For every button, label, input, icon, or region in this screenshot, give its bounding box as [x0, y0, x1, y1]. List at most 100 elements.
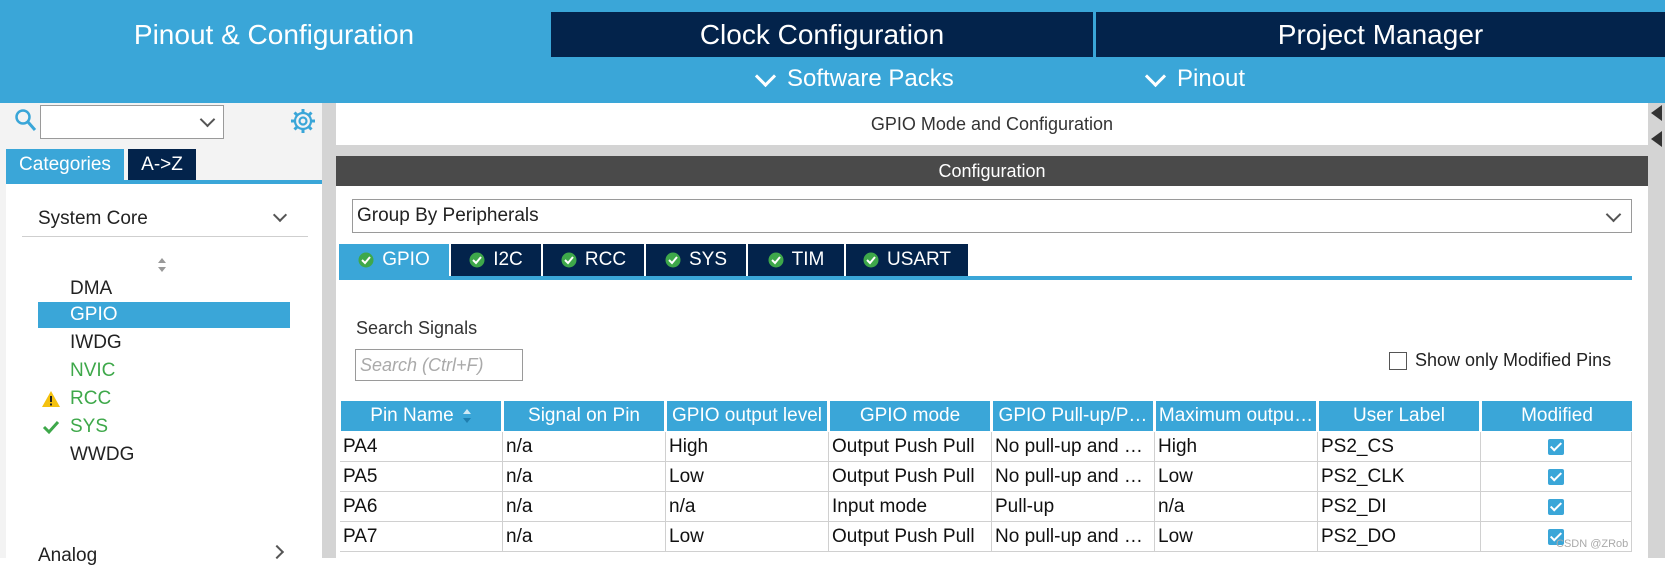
tab-label: SYS	[688, 249, 728, 270]
cell-signal-on-pin: n/a	[503, 522, 666, 552]
cell-signal-on-pin: n/a	[503, 492, 666, 522]
pinout-label: Pinout	[1177, 65, 1246, 92]
software-packs-label: Software Packs	[787, 65, 954, 92]
cell-gpio-mode: Input mode	[829, 492, 992, 522]
tab-sys[interactable]: SYS	[646, 244, 746, 276]
sort-icon[interactable]	[462, 408, 472, 424]
collapse-arrows-icon[interactable]	[1648, 103, 1665, 163]
category-item-label: GPIO	[70, 304, 118, 325]
sort-icon[interactable]	[157, 257, 167, 273]
cell-modified	[1481, 492, 1632, 522]
cell-user-label: PS2_CS	[1318, 432, 1481, 462]
column-header-label: Pin Name	[370, 405, 454, 426]
tab-label: TIM	[791, 249, 825, 270]
cell-signal-on-pin: n/a	[503, 462, 666, 492]
tab-label: USART	[886, 249, 952, 270]
search-signals-input[interactable]: Search (Ctrl+F)	[355, 349, 523, 381]
tab-rcc[interactable]: RCC	[543, 244, 644, 276]
group-by-select[interactable]: Group By Peripherals	[352, 199, 1632, 233]
category-item-nvic[interactable]: NVIC	[38, 358, 290, 384]
category-item-label: RCC	[70, 388, 112, 409]
tab-pinout-configuration[interactable]: Pinout & Configuration	[0, 12, 548, 57]
cell-pull: No pull-up and …	[992, 462, 1155, 492]
check-icon	[41, 417, 61, 437]
column-header-pin-name[interactable]: Pin Name	[341, 401, 501, 431]
software-packs-menu[interactable]: Software Packs	[754, 64, 954, 94]
table-row[interactable]: PA4 n/a High Output Push Pull No pull-up…	[340, 432, 1632, 462]
cell-user-label: PS2_CLK	[1318, 462, 1481, 492]
check-circle-icon	[561, 252, 577, 268]
table-row[interactable]: PA7 n/a Low Output Push Pull No pull-up …	[340, 522, 1632, 552]
category-item-label: NVIC	[70, 360, 116, 381]
check-circle-icon	[665, 252, 681, 268]
tab-usart[interactable]: USART	[846, 244, 968, 276]
gear-icon[interactable]	[290, 108, 316, 134]
chevron-down-icon	[1605, 206, 1622, 223]
divider	[22, 236, 308, 237]
cell-signal-on-pin: n/a	[503, 432, 666, 462]
table-row[interactable]: PA6 n/a n/a Input mode Pull-up n/a PS2_D…	[340, 492, 1632, 522]
search-icon[interactable]	[14, 108, 38, 134]
cell-pin-name: PA6	[340, 492, 503, 522]
chevron-down-icon	[1144, 65, 1167, 87]
cell-max-speed: Low	[1155, 522, 1318, 552]
tab-categories[interactable]: Categories	[6, 149, 124, 180]
check-circle-icon	[469, 252, 485, 268]
category-item-dma[interactable]: DMA	[38, 276, 290, 302]
column-header-modified[interactable]: Modified	[1482, 401, 1632, 431]
category-item-rcc[interactable]: RCC	[38, 386, 290, 412]
show-modified-pins-checkbox[interactable]: Show only Modified Pins	[1389, 350, 1611, 371]
cell-user-label: PS2_DI	[1318, 492, 1481, 522]
tab-label: RCC	[584, 249, 627, 270]
column-header-signal-on-pin[interactable]: Signal on Pin	[504, 401, 664, 431]
tab-label: I2C	[493, 249, 523, 270]
tab-label: GPIO	[382, 249, 430, 270]
tab-gpio[interactable]: GPIO	[339, 244, 449, 276]
chevron-down-icon	[754, 65, 777, 87]
cell-output-level: n/a	[666, 492, 829, 522]
cell-max-speed: n/a	[1155, 492, 1318, 522]
cell-pin-name: PA4	[340, 432, 503, 462]
cell-pin-name: PA7	[340, 522, 503, 552]
cell-pull: No pull-up and …	[992, 522, 1155, 552]
table-row[interactable]: PA5 n/a Low Output Push Pull No pull-up …	[340, 462, 1632, 492]
modified-checkbox[interactable]	[1548, 469, 1564, 485]
section-title-analog[interactable]: Analog	[38, 545, 97, 567]
cell-gpio-mode: Output Push Pull	[829, 432, 992, 462]
category-item-sys[interactable]: SYS	[38, 414, 290, 440]
category-item-label: DMA	[70, 278, 113, 299]
search-signals-label: Search Signals	[356, 318, 478, 338]
column-header-maximum-output-speed[interactable]: Maximum outpu…	[1156, 401, 1316, 431]
cell-gpio-mode: Output Push Pull	[829, 522, 992, 552]
configuration-header: Configuration	[336, 156, 1648, 186]
tab-project-manager[interactable]: Project Manager	[1096, 12, 1665, 57]
show-modified-pins-label: Show only Modified Pins	[1415, 350, 1612, 370]
cell-output-level: High	[666, 432, 829, 462]
group-by-value: Group By Peripherals	[357, 205, 539, 226]
watermark: CSDN @ZRob	[1556, 538, 1629, 550]
column-header-user-label[interactable]: User Label	[1319, 401, 1479, 431]
section-title-system-core[interactable]: System Core	[38, 208, 148, 230]
category-item-wwdg[interactable]: WWDG	[38, 442, 290, 468]
column-header-gpio-output-level[interactable]: GPIO output level	[667, 401, 827, 431]
category-item-label: IWDG	[70, 332, 122, 353]
tab-underline	[339, 276, 1632, 280]
category-item-gpio[interactable]: GPIO	[38, 302, 290, 328]
cell-modified	[1481, 462, 1632, 492]
checkbox-box[interactable]	[1389, 351, 1407, 370]
category-item-label: SYS	[70, 416, 109, 437]
column-header-gpio-pull[interactable]: GPIO Pull-up/P…	[993, 401, 1153, 431]
tab-clock-configuration[interactable]: Clock Configuration	[551, 12, 1093, 57]
tab-i2c[interactable]: I2C	[451, 244, 541, 276]
tab-a-to-z[interactable]: A->Z	[128, 149, 196, 180]
search-combobox[interactable]	[40, 105, 224, 139]
column-header-gpio-mode[interactable]: GPIO mode	[830, 401, 990, 431]
chevron-down-icon	[199, 111, 216, 128]
cell-user-label: PS2_DO	[1318, 522, 1481, 552]
modified-checkbox[interactable]	[1548, 499, 1564, 515]
category-item-iwdg[interactable]: IWDG	[38, 330, 290, 356]
modified-checkbox[interactable]	[1548, 439, 1564, 455]
pinout-menu[interactable]: Pinout	[1144, 64, 1246, 94]
tab-tim[interactable]: TIM	[748, 244, 844, 276]
check-circle-icon	[358, 252, 374, 268]
